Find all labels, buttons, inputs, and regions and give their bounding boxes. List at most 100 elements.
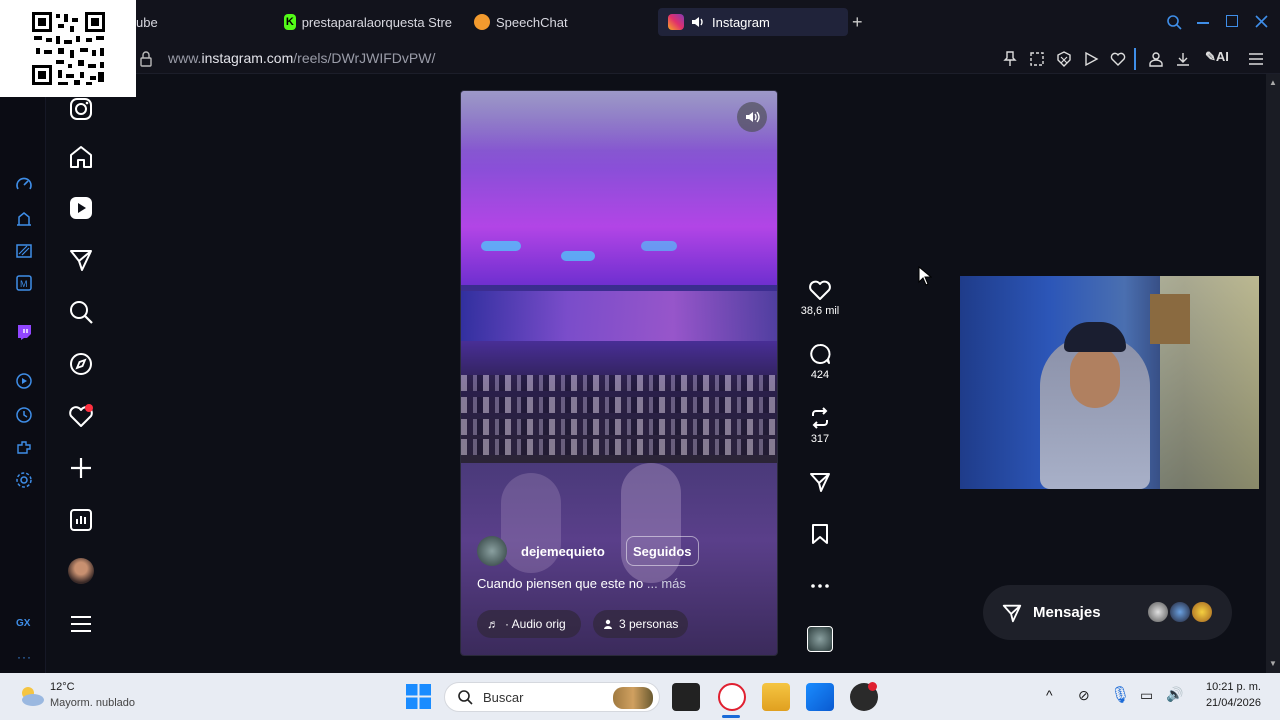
tab-instagram[interactable]: Instagram (658, 8, 848, 36)
address-bar: www.instagram.com/reels/DWrJWIFDvPW/ ✎AI (0, 44, 1280, 74)
comment-count: 424 (810, 369, 830, 381)
messages-label: Mensajes (1033, 604, 1101, 621)
following-button[interactable]: Seguidos (626, 536, 699, 566)
weather-cloud-icon (22, 687, 44, 706)
mail-icon[interactable]: M (14, 273, 34, 293)
contact-avatar (1190, 600, 1214, 624)
audio-thumbnail[interactable] (807, 626, 833, 652)
taskbar-search[interactable]: Buscar (444, 682, 660, 712)
repost-icon (812, 407, 828, 429)
contact-avatar (1168, 600, 1192, 624)
webcam-overlay (960, 276, 1259, 489)
aria-ai-button[interactable]: ✎AI (1205, 49, 1229, 65)
windows-start-icon[interactable] (406, 684, 431, 709)
creator-username[interactable]: dejemequieto (521, 544, 605, 559)
tab-label: ube (136, 14, 158, 30)
profile-avatar[interactable] (68, 558, 94, 584)
volume-icon[interactable]: 🔊 (1166, 686, 1183, 703)
player-icon[interactable] (14, 371, 34, 391)
caption: Cuando piensen que este no ... más (477, 576, 686, 591)
home-icon[interactable] (68, 144, 94, 170)
menu-icon[interactable] (68, 611, 94, 637)
repost-button[interactable]: 317 (800, 406, 840, 445)
volume-icon (746, 111, 760, 123)
file-explorer-icon[interactable] (762, 683, 790, 711)
restore-icon[interactable] (1226, 15, 1238, 27)
show-hidden-icons[interactable]: ^ (1046, 687, 1053, 703)
tab-youtube[interactable]: ube (136, 8, 158, 36)
opera-gx-taskbar-icon[interactable] (718, 683, 746, 711)
heart-icon[interactable] (1110, 51, 1126, 67)
task-view-icon[interactable] (672, 683, 700, 711)
page-scrollbar[interactable]: ▲ ▼ (1266, 74, 1280, 673)
notifications-icon[interactable] (68, 403, 94, 429)
close-icon[interactable] (1255, 15, 1268, 28)
instagram-favicon (668, 14, 684, 30)
search-icon (458, 690, 473, 705)
gx-logo: GX (16, 618, 31, 629)
profile-icon[interactable] (1148, 51, 1164, 67)
minimize-icon[interactable] (1197, 22, 1209, 24)
qr-code-icon (32, 12, 105, 85)
comment-button[interactable]: 424 (800, 342, 840, 381)
new-tab-button[interactable]: + (852, 13, 868, 31)
repost-count: 317 (810, 433, 830, 445)
more-link[interactable]: ... más (647, 576, 686, 591)
qr-code-overlay (0, 0, 136, 97)
history-icon[interactable] (14, 405, 34, 425)
like-button[interactable]: 38,6 mil (800, 278, 840, 317)
reels-icon[interactable] (68, 195, 94, 221)
search-highlight-image (613, 687, 653, 709)
news-icon[interactable] (14, 241, 34, 261)
people-tag-pill[interactable]: 3 personas (593, 610, 689, 638)
twitch-icon[interactable] (14, 322, 34, 342)
comment-icon (810, 344, 831, 364)
explore-icon[interactable] (68, 351, 94, 377)
easy-setup-icon[interactable] (1248, 52, 1264, 66)
video-frame-top (461, 91, 777, 285)
adblock-icon[interactable] (1056, 51, 1072, 67)
tab-kick[interactable]: K prestaparalaorquesta Stre (284, 8, 452, 36)
more-icon[interactable]: ··· (17, 650, 32, 664)
bookmark-icon (812, 524, 828, 544)
windows-taskbar: 12°C Mayorm. nublado Buscar ^ ⊘ 🎙 ▭ 🔊 10… (0, 673, 1280, 720)
contact-avatar (1146, 600, 1170, 624)
notification-dot (868, 682, 877, 691)
settings-icon[interactable] (14, 470, 34, 490)
extensions-icon[interactable] (14, 438, 34, 458)
clock-date[interactable]: 21/04/2026 (1199, 697, 1261, 709)
share-button[interactable] (800, 470, 840, 494)
microphone-icon[interactable]: 🎙 (1110, 685, 1130, 705)
url-field[interactable]: www.instagram.com/reels/DWrJWIFDvPW/ (168, 50, 435, 66)
speechchat-icon (474, 14, 490, 30)
heart-icon (809, 280, 831, 300)
browser-tab-bar: ube K prestaparalaorquesta Stre SpeechCh… (0, 0, 1280, 44)
play-icon[interactable] (1083, 51, 1099, 67)
creator-avatar[interactable] (477, 536, 507, 566)
tab-speechchat[interactable]: SpeechChat (474, 8, 568, 36)
display-icon[interactable]: ▭ (1140, 687, 1153, 704)
speed-dial-icon[interactable] (14, 175, 34, 195)
audio-pill[interactable]: ♬ · Audio orig (477, 610, 581, 638)
gx-corner-icon[interactable] (14, 209, 34, 229)
network-icon[interactable]: ⊘ (1078, 687, 1090, 704)
more-options-button[interactable] (800, 574, 840, 598)
pin-icon[interactable] (1003, 51, 1017, 67)
messages-bar[interactable]: Mensajes (983, 585, 1232, 640)
music-icon: ♬ (487, 617, 499, 631)
share-icon (810, 473, 830, 492)
snapshot-icon[interactable] (1029, 51, 1045, 67)
search-icon[interactable] (1166, 14, 1182, 30)
direct-icon[interactable] (68, 247, 94, 273)
dashboard-icon[interactable] (68, 507, 94, 533)
reel-video[interactable]: dejemequieto Seguidos Cuando piensen que… (460, 90, 778, 656)
create-icon[interactable] (68, 455, 94, 481)
save-button[interactable] (800, 522, 840, 546)
search-icon[interactable] (68, 299, 94, 325)
tab-label: SpeechChat (496, 14, 568, 30)
clock-time[interactable]: 10:21 p. m. (1205, 681, 1261, 693)
mute-button[interactable] (737, 102, 767, 132)
instagram-logo-icon[interactable] (68, 96, 94, 122)
download-icon[interactable] (1175, 51, 1191, 67)
microsoft-store-icon[interactable] (806, 683, 834, 711)
